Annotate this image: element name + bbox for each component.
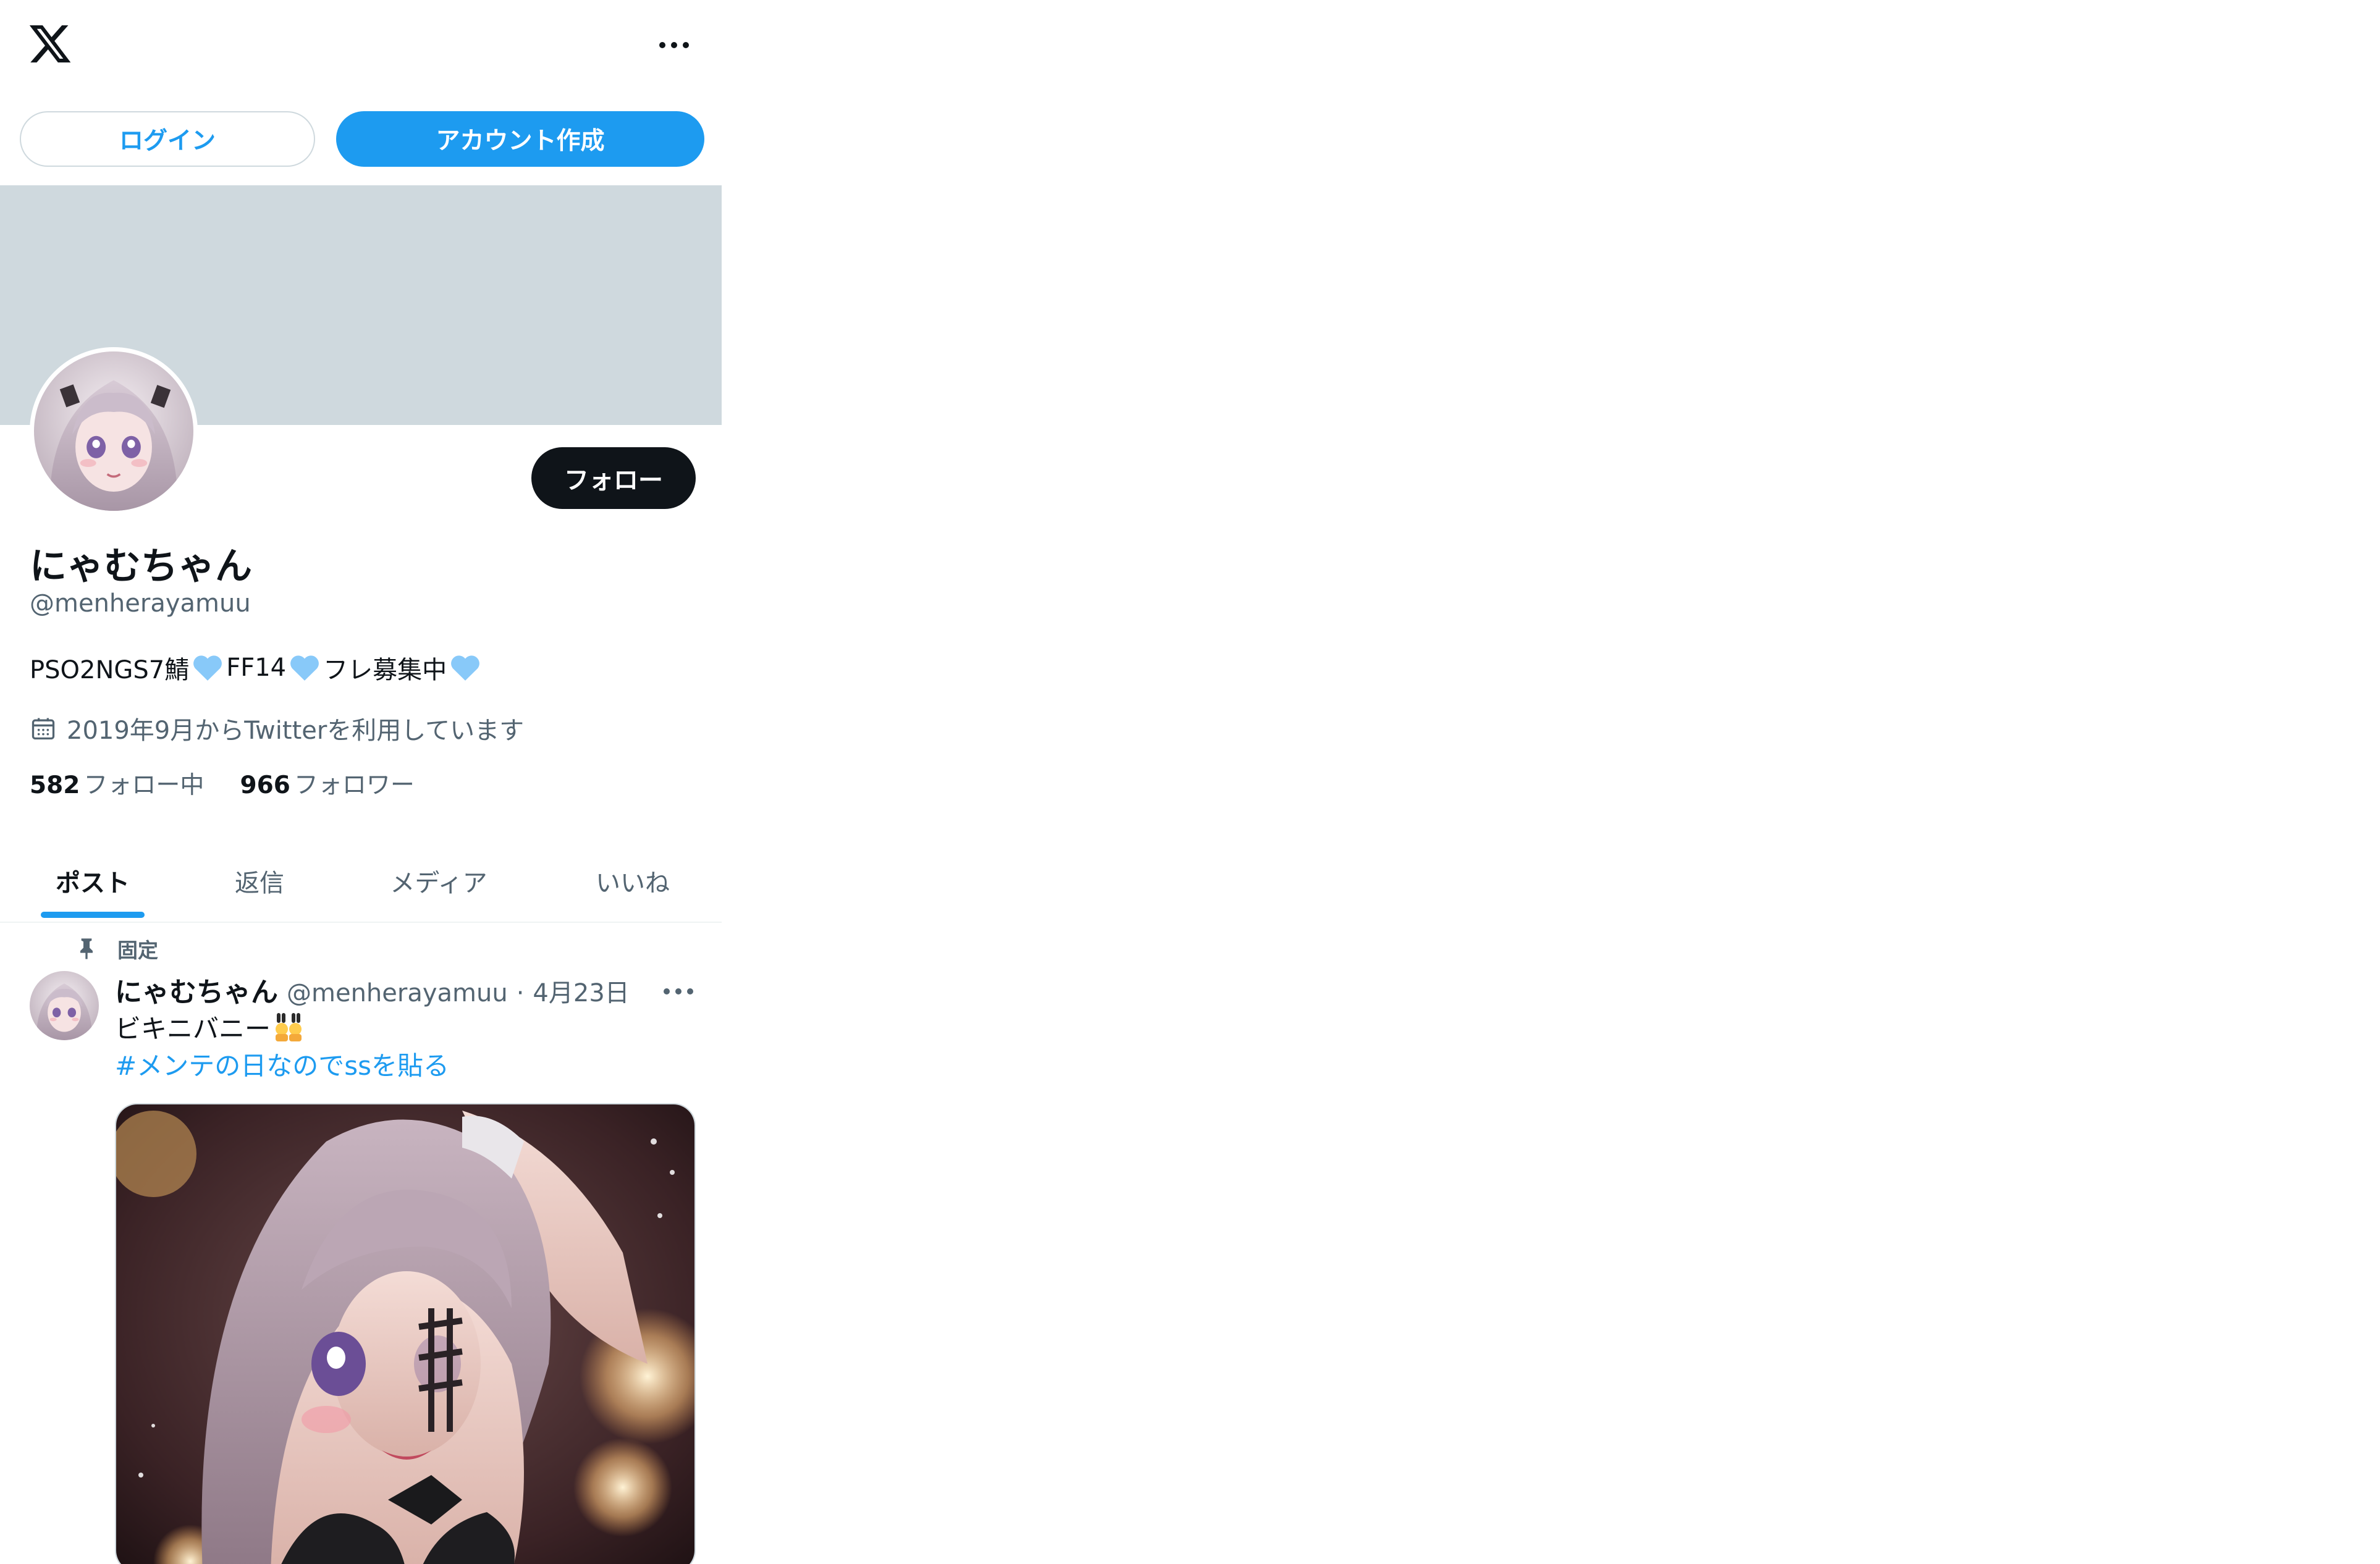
followers-link[interactable]: 966 フォロワー	[240, 766, 414, 801]
display-name: にゃむちゃん	[30, 545, 252, 588]
follow-stats: 582 フォロー中 966 フォロワー	[30, 766, 415, 801]
tweet-header: にゃむちゃん @menherayamuu · 4月23日	[115, 970, 630, 1009]
tweet-author-name[interactable]: にゃむちゃん	[115, 970, 278, 1009]
following-link[interactable]: 582 フォロー中	[30, 766, 204, 801]
bio-text-2: FF14	[226, 654, 287, 682]
profile-bio: PSO2NGS7鯖 FF14 フレ募集中	[30, 650, 481, 686]
following-count: 582	[30, 771, 80, 799]
tweet-author-avatar[interactable]	[30, 971, 99, 1040]
tweet-text: ビキニバニー	[115, 1008, 305, 1046]
tab-likes[interactable]: いいね	[544, 840, 722, 922]
light-blue-heart-icon	[451, 655, 480, 681]
profile-tabs: ポスト 返信 メディア いいね	[0, 840, 722, 923]
joined-text: 2019年9月からTwitterを利用しています	[67, 717, 525, 745]
light-blue-heart-icon	[193, 655, 222, 681]
tweet-more-icon[interactable]	[661, 977, 696, 1004]
follow-button[interactable]: フォロー	[531, 447, 696, 509]
tab-posts[interactable]: ポスト	[0, 840, 185, 922]
user-handle: @menherayamuu	[30, 589, 251, 618]
joined-date-row: 2019年9月からTwitterを利用しています	[30, 710, 524, 746]
pinned-indicator: 固定	[74, 934, 158, 964]
signup-button[interactable]: アカウント作成	[336, 111, 704, 167]
profile-avatar[interactable]	[30, 347, 198, 515]
light-blue-heart-icon	[290, 655, 319, 681]
active-tab-indicator	[41, 912, 145, 918]
tab-media[interactable]: メディア	[334, 840, 544, 922]
tweet-media-image[interactable]	[115, 1103, 696, 1564]
calendar-icon	[32, 718, 55, 740]
tweet-hashtag-link[interactable]: #メンテの日なのでssを貼る	[115, 1045, 449, 1083]
tweet-author-handle[interactable]: @menherayamuu	[287, 979, 508, 1007]
tweet-separator: ·	[516, 979, 525, 1007]
login-button[interactable]: ログイン	[20, 111, 315, 167]
followers-label: フォロワー	[293, 771, 415, 799]
more-options-icon[interactable]	[657, 31, 691, 58]
avatar-portrait-image	[34, 351, 193, 511]
tab-replies[interactable]: 返信	[185, 840, 334, 922]
profile-column: ログイン アカウント作成 フォロー にゃむちゃん @menherayamuu P…	[0, 0, 724, 1564]
bio-text-3: フレ募集中	[323, 656, 447, 684]
tweet-body: ビキニバニー	[115, 1014, 271, 1044]
x-logo-icon[interactable]	[27, 21, 73, 67]
followers-count: 966	[240, 771, 290, 799]
pin-icon	[80, 938, 93, 959]
tweet-date[interactable]: 4月23日	[533, 973, 629, 1009]
bio-text-1: PSO2NGS7鯖	[30, 656, 190, 684]
following-label: フォロー中	[83, 771, 205, 799]
pinned-label: 固定	[117, 938, 158, 962]
viewport: ログイン アカウント作成 フォロー にゃむちゃん @menherayamuu P…	[0, 0, 2380, 1564]
media-illustration	[116, 1104, 694, 1564]
bunny-girls-emoji-icon	[276, 1012, 302, 1041]
avatar-portrait-image	[30, 971, 99, 1040]
